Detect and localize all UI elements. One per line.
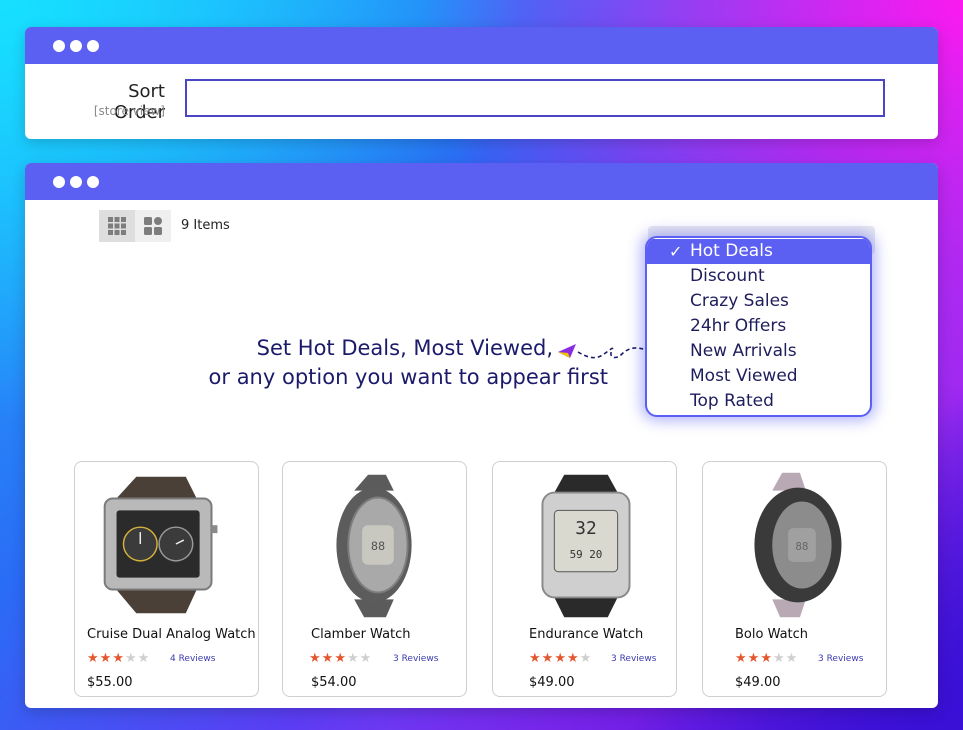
sort-option-label: 24hr Offers	[690, 316, 787, 336]
star-icon: ★	[99, 651, 112, 666]
grid-view-icon	[108, 217, 126, 235]
sort-order-input[interactable]	[185, 79, 885, 117]
product-name[interactable]: Cruise Dual Analog Watch	[87, 627, 256, 642]
product-name[interactable]: Endurance Watch	[529, 627, 643, 642]
window-dot-icon[interactable]	[87, 40, 99, 52]
sort-option-hot-deals[interactable]: ✓ Hot Deals	[647, 239, 870, 264]
star-icon: ★	[772, 651, 785, 666]
star-icon: ★	[359, 651, 372, 666]
list-view-button[interactable]	[135, 210, 171, 242]
window-title-bar	[25, 163, 938, 200]
sort-option-label: Top Rated	[690, 391, 774, 411]
product-image: 88	[336, 474, 412, 618]
star-icon: ★	[554, 651, 566, 666]
star-icon: ★	[566, 651, 579, 666]
star-rating: ★ ★ ★ ★ ★	[309, 652, 371, 665]
star-rating: ★ ★ ★ ★ ★	[529, 652, 591, 665]
storefront-window: 9 Items ✓ Hot Deals Discount Crazy Sales…	[25, 163, 938, 708]
star-icon: ★	[112, 651, 124, 666]
product-image: 88	[754, 472, 842, 618]
star-icon: ★	[346, 651, 359, 666]
star-icon: ★	[87, 651, 99, 666]
star-icon: ★	[137, 651, 150, 666]
star-icon: ★	[334, 651, 346, 666]
sort-option-discount[interactable]: Discount	[647, 264, 870, 289]
product-price: $54.00	[311, 675, 357, 690]
svg-text:88: 88	[795, 540, 808, 553]
paper-plane-icon	[558, 344, 647, 359]
reviews-link[interactable]: 3 Reviews	[393, 654, 438, 664]
sort-option-label: Hot Deals	[690, 241, 773, 261]
sort-option-crazy-sales[interactable]: Crazy Sales	[647, 289, 870, 314]
svg-text:59 20: 59 20	[570, 548, 603, 561]
sort-option-24hr-offers[interactable]: 24hr Offers	[647, 314, 870, 339]
sort-dropdown-menu: ✓ Hot Deals Discount Crazy Sales 24hr Of…	[645, 236, 872, 417]
star-icon: ★	[760, 651, 772, 666]
window-dot-icon[interactable]	[53, 40, 65, 52]
sort-option-label: Discount	[690, 266, 765, 286]
product-card[interactable]: 88 Bolo Watch ★ ★ ★ ★ ★ 3 Reviews $49.00	[702, 461, 887, 697]
star-icon: ★	[321, 651, 334, 666]
grid-view-button[interactable]	[99, 210, 135, 242]
product-name[interactable]: Clamber Watch	[311, 627, 411, 642]
star-icon: ★	[124, 651, 137, 666]
product-price: $55.00	[87, 675, 133, 690]
callout-text-line1: Set Hot Deals, Most Viewed,	[256, 336, 553, 360]
window-controls	[53, 40, 99, 52]
product-image: 32 59 20	[541, 474, 631, 618]
product-card[interactable]: Cruise Dual Analog Watch ★ ★ ★ ★ ★ 4 Reviews…	[74, 461, 259, 697]
check-icon: ✓	[669, 242, 683, 261]
svg-text:88: 88	[371, 539, 385, 553]
list-view-icon	[144, 217, 162, 235]
sort-option-most-viewed[interactable]: Most Viewed	[647, 364, 870, 389]
item-count: 9 Items	[181, 218, 230, 233]
reviews-link[interactable]: 3 Reviews	[818, 654, 863, 664]
window-controls	[53, 176, 99, 188]
callout-text-line2: or any option you want to appear first	[208, 365, 608, 389]
sort-option-new-arrivals[interactable]: New Arrivals	[647, 339, 870, 364]
view-mode-toggle	[99, 210, 171, 242]
sort-option-label: New Arrivals	[690, 341, 797, 361]
product-card[interactable]: 88 Clamber Watch ★ ★ ★ ★ ★ 3 Reviews $54.00	[282, 461, 467, 697]
window-dot-icon[interactable]	[70, 176, 82, 188]
product-card[interactable]: 32 59 20 Endurance Watch ★ ★ ★ ★ ★ 3 Reviews…	[492, 461, 677, 697]
product-price: $49.00	[735, 675, 781, 690]
star-icon: ★	[309, 651, 321, 666]
product-image	[103, 476, 218, 614]
reviews-link[interactable]: 3 Reviews	[611, 654, 656, 664]
star-icon: ★	[579, 651, 592, 666]
sort-option-label: Crazy Sales	[690, 291, 789, 311]
sort-option-top-rated[interactable]: Top Rated	[647, 389, 870, 414]
product-price: $49.00	[529, 675, 575, 690]
star-icon: ★	[541, 651, 554, 666]
reviews-link[interactable]: 4 Reviews	[170, 654, 215, 664]
window-title-bar	[25, 27, 938, 64]
star-rating: ★ ★ ★ ★ ★	[87, 652, 149, 665]
star-icon: ★	[785, 651, 798, 666]
sort-order-window: Sort Order [store view]	[25, 27, 938, 139]
svg-text:32: 32	[575, 518, 596, 539]
star-icon: ★	[735, 651, 747, 666]
star-icon: ★	[747, 651, 760, 666]
product-name[interactable]: Bolo Watch	[735, 627, 808, 642]
window-dot-icon[interactable]	[70, 40, 82, 52]
store-view-scope-label: [store view]	[93, 104, 165, 118]
star-icon: ★	[529, 651, 541, 666]
sort-option-label: Most Viewed	[690, 366, 798, 386]
window-dot-icon[interactable]	[53, 176, 65, 188]
star-rating: ★ ★ ★ ★ ★	[735, 652, 797, 665]
window-dot-icon[interactable]	[87, 176, 99, 188]
